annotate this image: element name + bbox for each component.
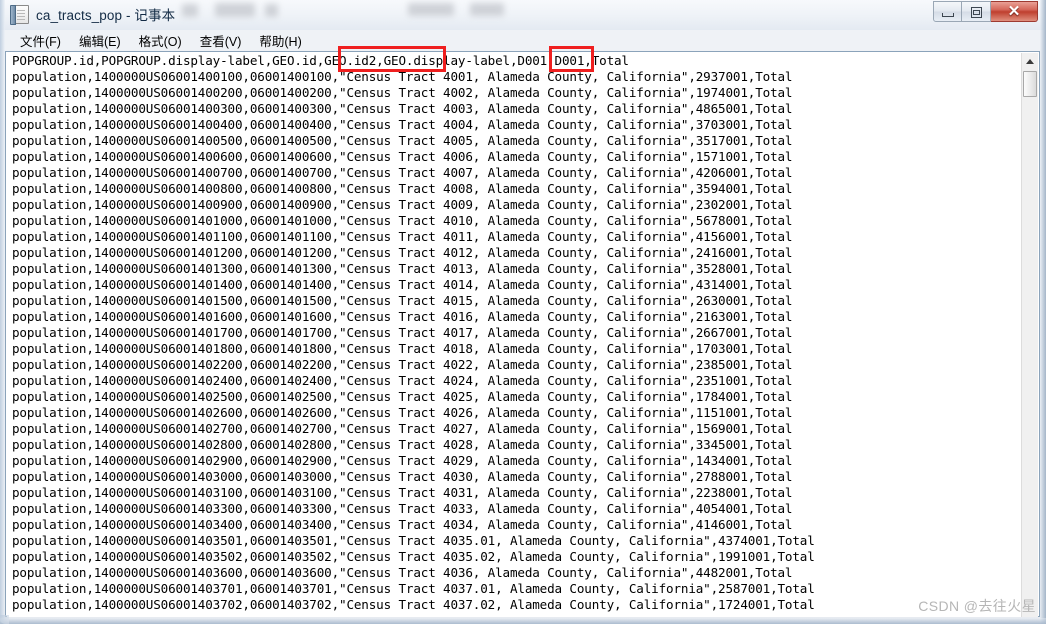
vertical-scrollbar[interactable] <box>1021 53 1038 617</box>
window-edge-right <box>1040 0 1046 624</box>
titlebar-blur-artifact-5 <box>470 3 504 16</box>
editor-line: population,1400000US06001403502,06001403… <box>12 549 815 564</box>
maximize-button[interactable] <box>962 1 991 22</box>
editor-line: population,1400000US06001401100,06001401… <box>12 229 793 244</box>
editor-line: population,1400000US06001400400,06001400… <box>12 117 793 132</box>
editor-line: population,1400000US06001400600,06001400… <box>12 149 793 164</box>
window-edge-bottom <box>0 618 1046 624</box>
editor-line: population,1400000US06001400800,06001400… <box>12 181 793 196</box>
titlebar-blur-artifact-3 <box>265 4 278 17</box>
editor-line: population,1400000US06001401800,06001401… <box>12 341 793 356</box>
text-editor-frame: POPGROUP.id,POPGROUP.display-label,GEO.i… <box>5 51 1040 617</box>
editor-line: population,1400000US06001403100,06001403… <box>12 485 793 500</box>
editor-line: population,1400000US06001400200,06001400… <box>12 85 793 100</box>
editor-line: population,1400000US06001403600,06001403… <box>12 565 793 580</box>
editor-line: population,1400000US06001401200,06001401… <box>12 245 793 260</box>
minimize-icon <box>942 13 954 17</box>
editor-line: population,1400000US06001401300,06001401… <box>12 261 793 276</box>
editor-line: population,1400000US06001400700,06001400… <box>12 165 793 180</box>
editor-line: population,1400000US06001403400,06001403… <box>12 517 793 532</box>
menu-format[interactable]: 格式(O) <box>130 29 191 53</box>
notepad-window: ca_tracts_pop - 记事本 ✕ 文件(F) 编辑(E) 格式(O) … <box>0 0 1046 624</box>
editor-line: population,1400000US06001401600,06001401… <box>12 309 793 324</box>
editor-line: population,1400000US06001403702,06001403… <box>12 597 815 612</box>
close-button[interactable]: ✕ <box>991 1 1038 22</box>
window-edge-left <box>0 0 5 624</box>
editor-line: population,1400000US06001403701,06001403… <box>12 581 815 596</box>
editor-line: population,1400000US06001403501,06001403… <box>12 533 815 548</box>
maximize-icon-inner <box>973 10 980 15</box>
titlebar-blur-artifact-2 <box>215 3 255 17</box>
close-icon: ✕ <box>1007 3 1021 20</box>
menu-help[interactable]: 帮助(H) <box>250 29 310 53</box>
editor-line: population,1400000US06001401400,06001401… <box>12 277 793 292</box>
window-controls[interactable]: ✕ <box>933 1 1038 22</box>
editor-line: population,1400000US06001400500,06001400… <box>12 133 793 148</box>
editor-line: population,1400000US06001400100,06001400… <box>12 69 793 84</box>
editor-line: population,1400000US06001400300,06001400… <box>12 101 793 116</box>
editor-line: population,1400000US06001401500,06001401… <box>12 293 793 308</box>
notepad-icon <box>10 4 29 25</box>
editor-line: population,1400000US06001402600,06001402… <box>12 405 793 420</box>
menu-edit[interactable]: 编辑(E) <box>70 29 130 53</box>
window-title-group: ca_tracts_pop - 记事本 <box>10 4 176 25</box>
csdn-watermark: CSDN @去往火星 <box>918 598 1036 614</box>
menu-file[interactable]: 文件(F) <box>11 29 70 53</box>
editor-header-line: POPGROUP.id,POPGROUP.display-label,GEO.i… <box>12 53 629 68</box>
titlebar-blur-artifact-4 <box>408 3 454 16</box>
scroll-up-arrow-icon[interactable] <box>1022 53 1038 69</box>
editor-line: population,1400000US06001402500,06001402… <box>12 389 793 404</box>
menu-view[interactable]: 查看(V) <box>191 29 251 53</box>
editor-line: population,1400000US06001403300,06001403… <box>12 501 793 516</box>
titlebar-blur-artifact-1 <box>182 4 198 17</box>
title-bar[interactable]: ca_tracts_pop - 记事本 ✕ <box>0 0 1046 30</box>
window-title: ca_tracts_pop - 记事本 <box>36 8 176 23</box>
text-editor[interactable]: POPGROUP.id,POPGROUP.display-label,GEO.i… <box>7 53 1022 617</box>
editor-line: population,1400000US06001400900,06001400… <box>12 197 793 212</box>
editor-line: population,1400000US06001402400,06001402… <box>12 373 793 388</box>
editor-line: population,1400000US06001402700,06001402… <box>12 421 793 436</box>
editor-line: population,1400000US06001401000,06001401… <box>12 213 793 228</box>
minimize-button[interactable] <box>933 1 962 22</box>
editor-line: population,1400000US06001401700,06001401… <box>12 325 793 340</box>
resize-corner[interactable] <box>0 615 9 624</box>
editor-line: population,1400000US06001402200,06001402… <box>12 357 793 372</box>
scrollbar-thumb[interactable] <box>1023 71 1037 97</box>
editor-line: population,1400000US06001402800,06001402… <box>12 437 793 452</box>
editor-line: population,1400000US06001403000,06001403… <box>12 469 793 484</box>
menu-bar[interactable]: 文件(F) 编辑(E) 格式(O) 查看(V) 帮助(H) <box>5 30 1040 51</box>
editor-line: population,1400000US06001402900,06001402… <box>12 453 793 468</box>
